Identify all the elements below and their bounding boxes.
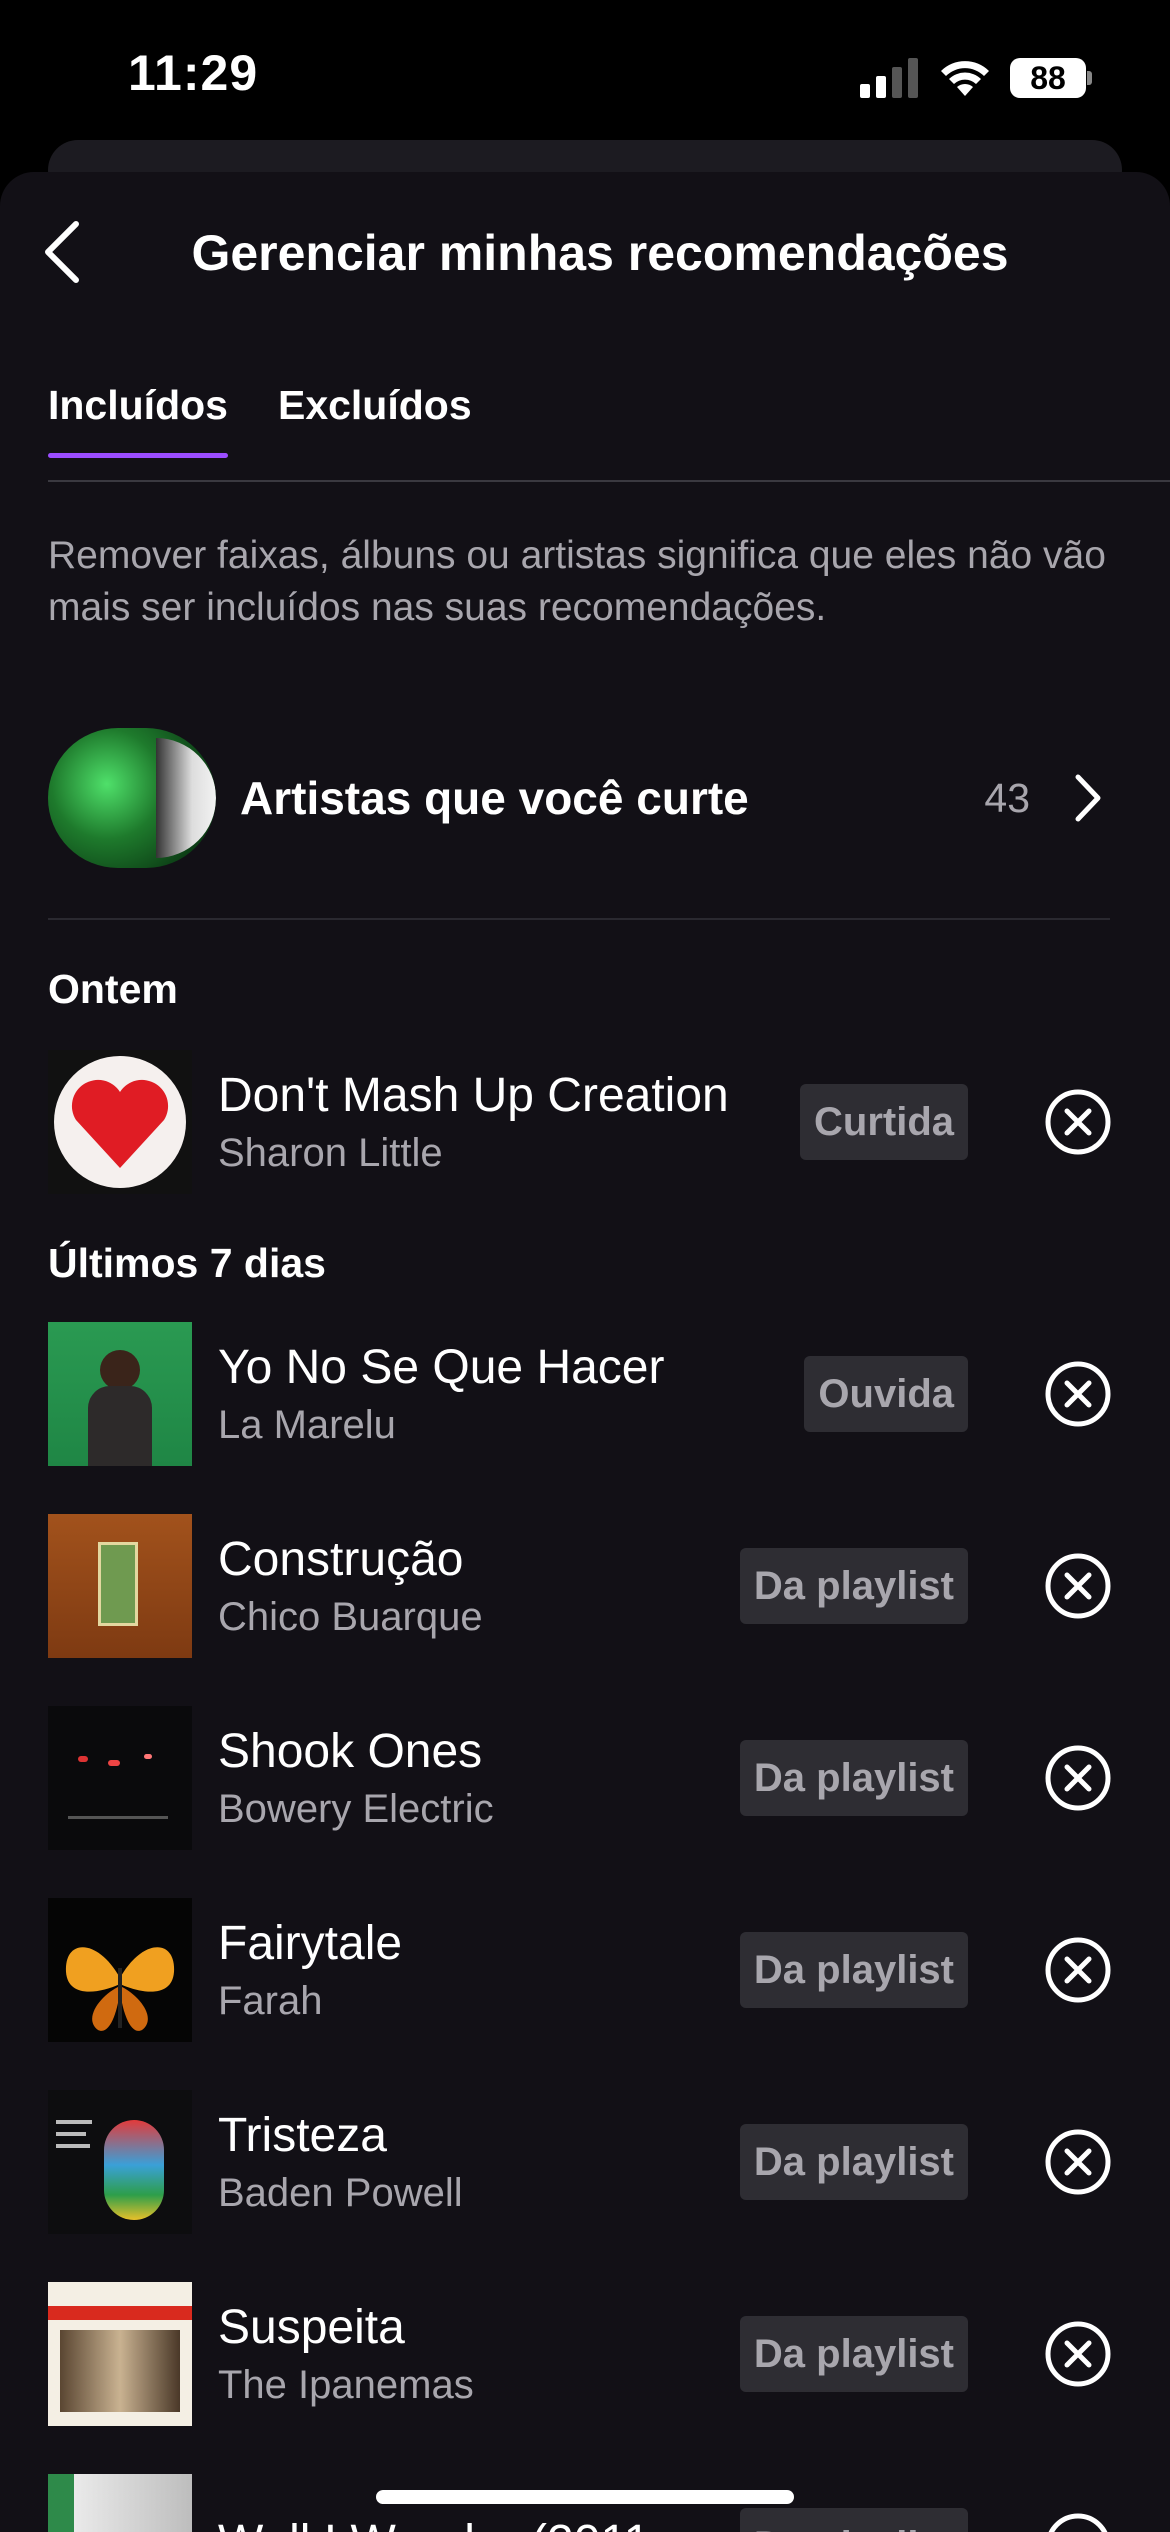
track-title: Suspeita (218, 2301, 405, 2354)
track-title: Well I Wonder (2011... (218, 2515, 740, 2532)
track-title: Don't Mash Up Creation (218, 1069, 729, 1122)
close-circle-icon (1045, 1553, 1111, 1619)
track-title: Construção (218, 1533, 464, 1586)
track-artist: Sharon Little (218, 1131, 443, 1175)
status-badge: Da playlist (739, 1740, 968, 1816)
track-row: Don't Mash Up Creation Sharon Little Cur… (48, 1050, 1112, 1194)
track-row: Tristeza Baden Powell Da playlist (48, 2090, 1112, 2234)
track-artist: Farah (218, 1979, 323, 2023)
track-row: Construção Chico Buarque Da playlist (48, 1514, 1112, 1658)
artists-label: Artistas que você curte (240, 772, 749, 824)
status-badge: Da playlist (739, 2316, 968, 2392)
status-time: 11:29 (128, 45, 259, 101)
tab-included[interactable]: Incluídos (48, 382, 228, 458)
album-cover (48, 1898, 192, 2042)
remove-button[interactable] (1044, 1360, 1112, 1428)
track-artist: La Marelu (218, 1403, 396, 1447)
track-title: Yo No Se Que Hacer (218, 1341, 665, 1394)
status-badge: Da playlist (739, 1932, 968, 2008)
close-circle-icon (1045, 2321, 1111, 2387)
close-circle-icon (1045, 2129, 1111, 2195)
tabs-divider (48, 480, 1170, 482)
page-title: Gerenciar minhas recomendações (191, 225, 1009, 281)
track-artist: Bowery Electric (218, 1787, 494, 1831)
close-circle-icon (1045, 1937, 1111, 2003)
artists-count: 43 (984, 774, 1030, 821)
album-cover (48, 2474, 192, 2532)
track-artist: Baden Powell (218, 2171, 463, 2215)
artists-you-like-row[interactable]: Artistas que você curte 43 (48, 728, 1112, 868)
status-badge: Da playlist (739, 2508, 968, 2532)
section-header-last-7-days: Últimos 7 dias (48, 1240, 326, 1286)
track-artist: Chico Buarque (218, 1595, 483, 1639)
close-circle-icon (1048, 2513, 1108, 2532)
remove-button[interactable] (1044, 2128, 1112, 2196)
close-circle-icon (1045, 1089, 1111, 1155)
remove-button[interactable] (1044, 2512, 1112, 2532)
section-header-yesterday: Ontem (48, 966, 178, 1012)
tab-bar: Incluídos Excluídos (48, 382, 472, 458)
status-badge: Ouvida (804, 1356, 968, 1432)
artists-avatar (48, 728, 216, 868)
album-cover (48, 1050, 192, 1194)
remove-button[interactable] (1044, 1552, 1112, 1620)
track-row: Shook Ones Bowery Electric Da playlist (48, 1706, 1112, 1850)
track-title: Shook Ones (218, 1725, 483, 1778)
close-circle-icon (1045, 1361, 1111, 1427)
remove-button[interactable] (1044, 1744, 1112, 1812)
divider (48, 918, 1110, 920)
status-badge: Da playlist (739, 2124, 968, 2200)
track-title: Fairytale (218, 1917, 403, 1970)
album-cover (48, 1706, 192, 1850)
chevron-right-icon (1075, 774, 1101, 822)
status-badge: Da playlist (739, 1548, 968, 1624)
wifi-icon (941, 61, 989, 96)
battery-icon: 88 (1010, 58, 1092, 98)
track-title: Tristeza (218, 2109, 387, 2162)
description-text: Remover faixas, álbuns ou artistas signi… (48, 534, 1106, 629)
album-cover (48, 1514, 192, 1658)
album-cover (48, 2090, 192, 2234)
battery-level: 88 (1030, 60, 1066, 96)
tab-excluded[interactable]: Excluídos (278, 382, 472, 454)
remove-button[interactable] (1044, 1088, 1112, 1156)
close-circle-icon (1045, 1745, 1111, 1811)
track-row: Yo No Se Que Hacer La Marelu Ouvida (48, 1322, 1112, 1466)
recommendations-sheet: Gerenciar minhas recomendações Incluídos… (0, 172, 1170, 2532)
album-cover (48, 1322, 192, 1466)
track-artist: The Ipanemas (218, 2363, 474, 2407)
track-row: Suspeita The Ipanemas Da playlist (48, 2282, 1112, 2426)
signal-icon (860, 58, 918, 98)
home-indicator (376, 2490, 794, 2504)
remove-button[interactable] (1044, 2320, 1112, 2388)
status-badge: Curtida (800, 1084, 968, 1160)
remove-button[interactable] (1044, 1936, 1112, 2004)
album-cover (48, 2282, 192, 2426)
track-row: Fairytale Farah Da playlist (48, 1898, 1112, 2042)
status-icons: 88 (860, 56, 1092, 100)
